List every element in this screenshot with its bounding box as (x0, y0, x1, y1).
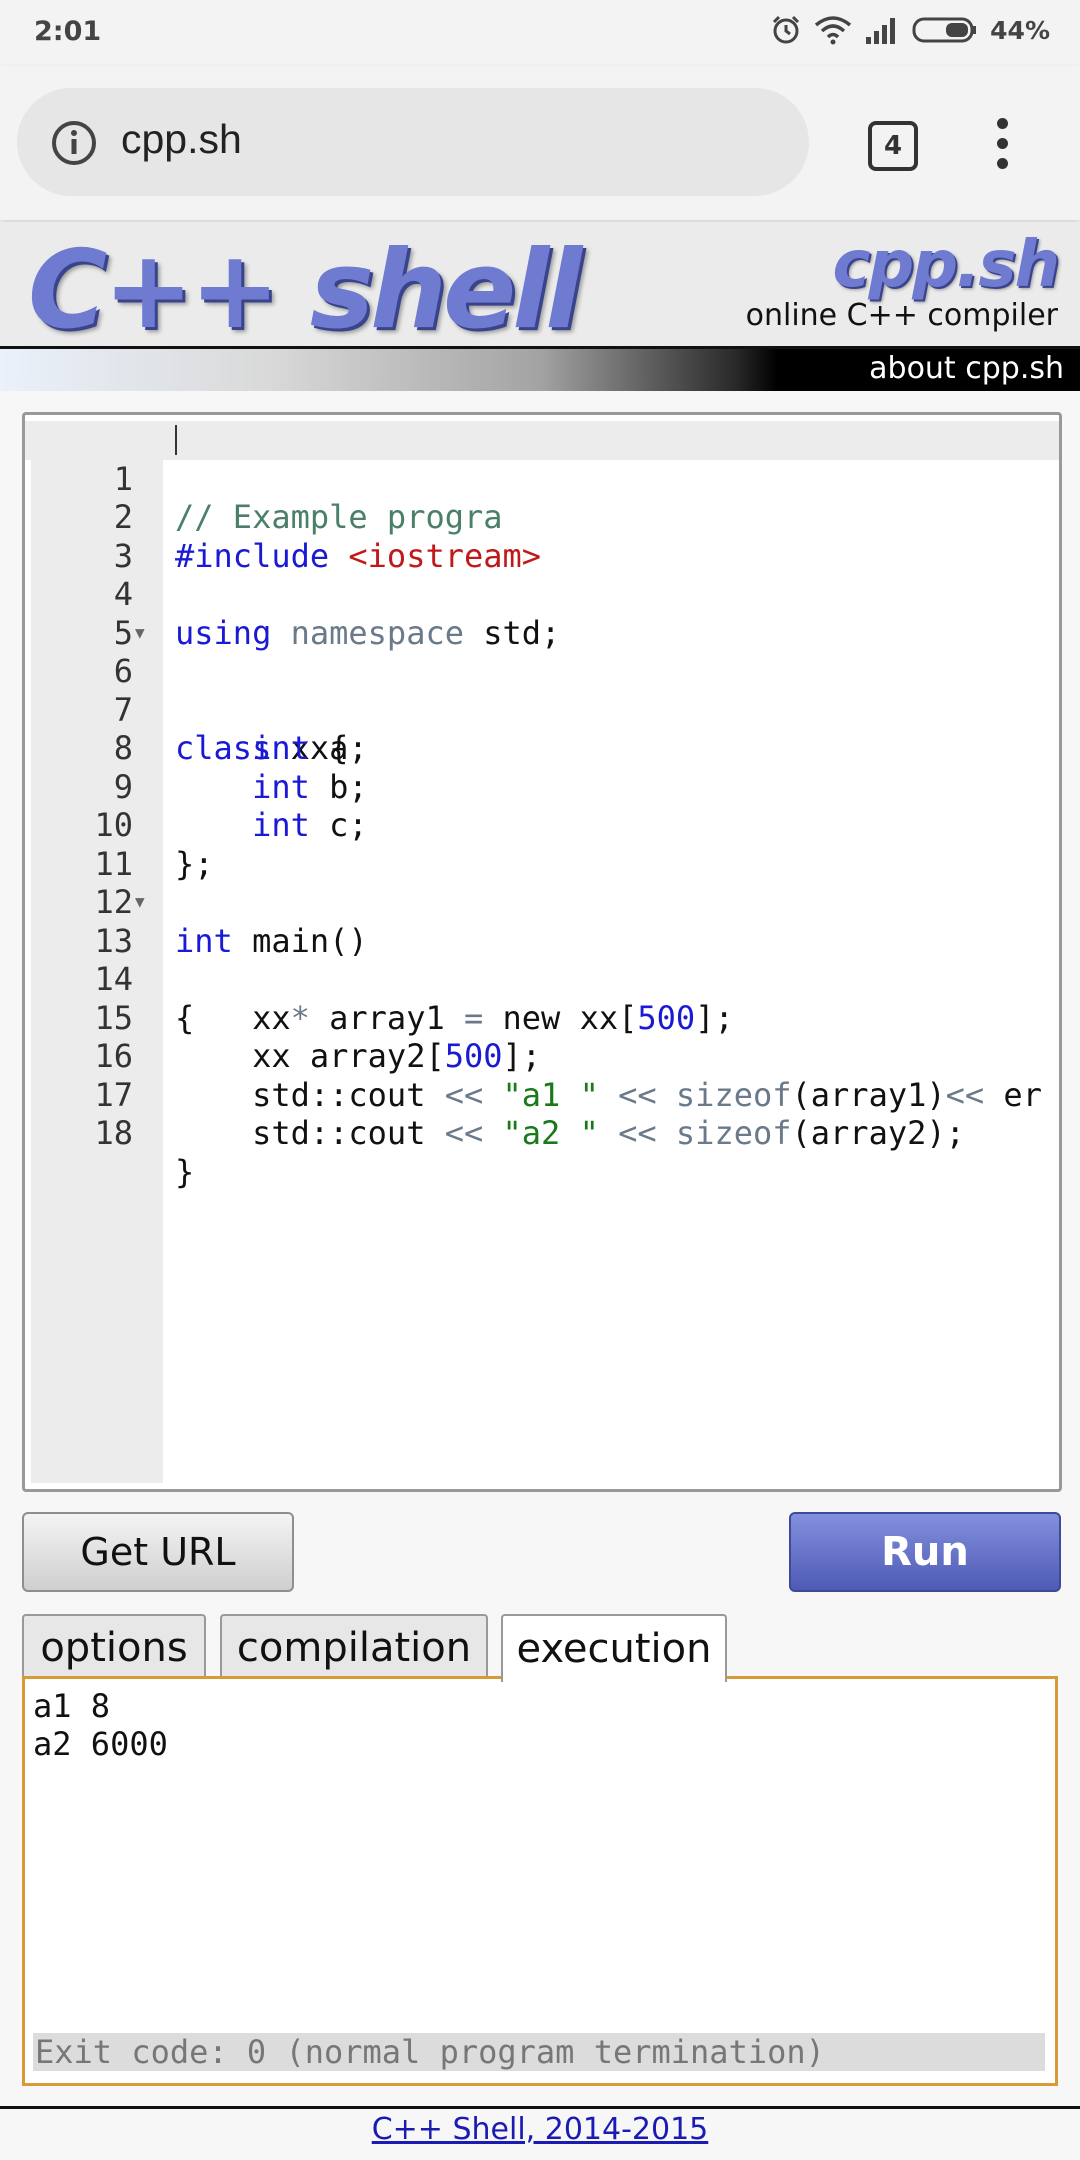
tab-compilation[interactable]: compilation (220, 1614, 488, 1680)
wifi-icon (815, 16, 852, 45)
code-area[interactable]: 1 // Example progra 2 #include <iostream… (25, 421, 1059, 1191)
line-number: 18 (94, 1114, 133, 1152)
code-text[interactable]: std::cout << "a2 " << sizeof(array2); (175, 1114, 965, 1153)
battery-icon (912, 17, 977, 43)
battery-percent: 44% (990, 15, 1050, 45)
code-line[interactable]: 8 int b; (25, 691, 1059, 806)
code-line[interactable]: 11 (25, 806, 1059, 883)
tab-execution[interactable]: execution (501, 1614, 727, 1682)
code-line[interactable]: 5 (25, 575, 1059, 652)
status-icons: 44% (770, 14, 1050, 46)
code-line[interactable]: 1 // Example progra (25, 421, 1059, 536)
code-line[interactable]: 7 int a; (25, 652, 1059, 768)
signal-icon (866, 18, 896, 44)
code-line[interactable]: 2 #include <iostream> (25, 460, 1059, 575)
footer-link[interactable]: C++ Shell, 2014-2015 (0, 2112, 1080, 2147)
url-text[interactable]: cpp.sh (121, 116, 242, 163)
code-line[interactable]: 18 } (25, 1076, 1059, 1191)
output-line: a1 8 (33, 1687, 111, 1725)
status-bar: 2:01 44% (0, 0, 1080, 66)
code-line[interactable]: 10 }; (25, 768, 1059, 883)
exit-code-line: Exit code: 0 (normal program termination… (33, 2033, 1045, 2071)
alarm-icon (773, 15, 800, 44)
site-header: C++ shell cpp.sh online C++ compiler (0, 222, 1080, 353)
code-line[interactable]: 3 (25, 498, 1059, 575)
status-time: 2:01 (34, 16, 102, 47)
browser-menu-icon[interactable] (988, 114, 1018, 174)
code-line[interactable]: 9 int c; (25, 729, 1059, 845)
output-line: a2 6000 (33, 1725, 168, 1763)
about-bar: about cpp.sh (0, 346, 1080, 391)
code-editor[interactable]: 1 // Example progra 2 #include <iostream… (22, 412, 1062, 1492)
browser-toolbar: cpp.sh 4 (0, 66, 1080, 220)
code-line[interactable]: 15 xx array2[500]; (25, 960, 1059, 1076)
code-line[interactable]: 6 ▼ class xx{ (25, 614, 1059, 768)
run-button[interactable]: Run (789, 1512, 1061, 1592)
code-line[interactable]: 4 using namespace std; (25, 537, 1059, 652)
fold-arrow-icon[interactable]: ▼ (135, 614, 145, 653)
code-line[interactable]: 12 int main() (25, 845, 1059, 960)
text-cursor (175, 425, 177, 455)
site-logo[interactable]: C++ shell (28, 228, 582, 353)
code-text[interactable]: } (175, 1153, 194, 1192)
code-line[interactable]: 16 std::cout << "a1 " << sizeof(array1)<… (25, 999, 1059, 1114)
code-line[interactable]: 17 std::cout << "a2 " << sizeof(array2); (25, 1037, 1059, 1153)
about-link[interactable]: about cpp.sh (869, 351, 1064, 386)
info-icon[interactable] (51, 120, 97, 166)
code-line[interactable]: 13 ▼ { (25, 883, 1059, 1037)
execution-output: a1 8 a2 6000 Exit code: 0 (normal progra… (22, 1676, 1058, 2086)
tab-options[interactable]: options (22, 1614, 206, 1680)
site-logo-small: cpp.sh (832, 228, 1060, 302)
code-line[interactable]: 14 xx* array1 = new xx[500]; (25, 922, 1059, 1037)
tab-switcher-button[interactable]: 4 (868, 121, 918, 171)
fold-arrow-icon[interactable]: ▼ (135, 883, 145, 922)
get-url-button[interactable]: Get URL (22, 1512, 294, 1592)
footer-divider (0, 2106, 1080, 2109)
site-subtitle: online C++ compiler (745, 298, 1058, 333)
address-bar[interactable]: cpp.sh (17, 88, 809, 196)
